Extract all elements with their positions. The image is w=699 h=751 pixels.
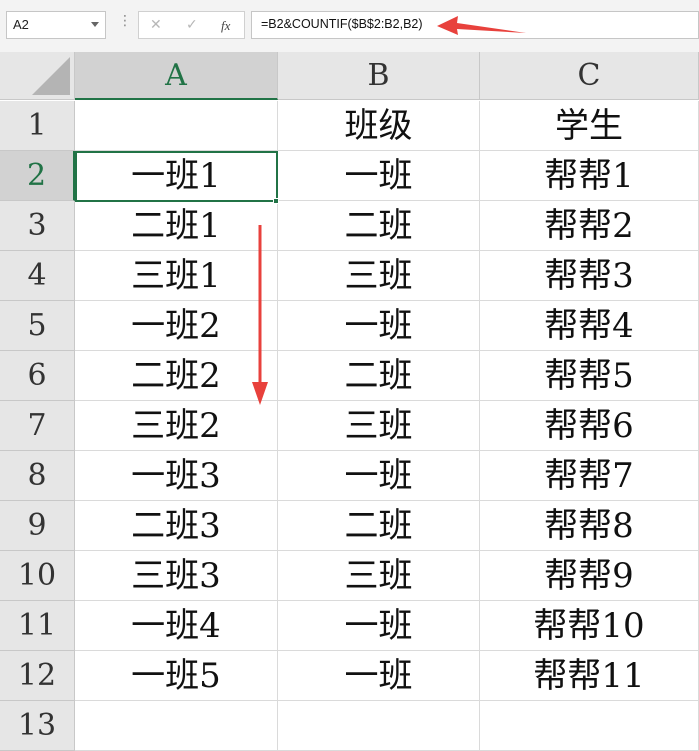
cell-a5[interactable]: 一班2 <box>75 301 278 351</box>
insert-function-icon[interactable]: fx <box>221 18 230 34</box>
cell-c12[interactable]: 帮帮11 <box>480 651 699 701</box>
column-header-b[interactable]: B <box>278 52 480 100</box>
cell-b11[interactable]: 一班 <box>278 601 480 651</box>
row-header-4[interactable]: 4 <box>0 251 75 301</box>
cell-b6[interactable]: 二班 <box>278 351 480 401</box>
row-header-7[interactable]: 7 <box>0 401 75 451</box>
row-header-5[interactable]: 5 <box>0 301 75 351</box>
cell-a1[interactable] <box>75 101 278 151</box>
chevron-down-icon[interactable] <box>91 22 99 27</box>
row-header-8[interactable]: 8 <box>0 451 75 501</box>
cell-b2[interactable]: 一班 <box>278 151 480 201</box>
select-all-corner[interactable] <box>0 52 75 100</box>
cell-a2[interactable]: 一班1 <box>75 151 278 201</box>
fill-handle[interactable] <box>273 198 279 204</box>
cell-a12[interactable]: 一班5 <box>75 651 278 701</box>
drag-handle-icon[interactable]: ⋮ <box>118 13 132 29</box>
cell-c3[interactable]: 帮帮2 <box>480 201 699 251</box>
cancel-icon[interactable]: ✕ <box>150 17 162 33</box>
cell-a9[interactable]: 二班3 <box>75 501 278 551</box>
cell-a6[interactable]: 二班2 <box>75 351 278 401</box>
cell-a11[interactable]: 一班4 <box>75 601 278 651</box>
name-box-value: A2 <box>13 17 29 32</box>
row-header-10[interactable]: 10 <box>0 551 75 601</box>
cell-b3[interactable]: 二班 <box>278 201 480 251</box>
cell-b4[interactable]: 三班 <box>278 251 480 301</box>
row-header-11[interactable]: 11 <box>0 601 75 651</box>
cell-a13[interactable] <box>75 701 278 751</box>
formula-buttons: ✕ ✓ fx <box>138 11 245 39</box>
formula-text: =B2&COUNTIF($B$2:B2,B2) <box>261 17 423 31</box>
cell-b13[interactable] <box>278 701 480 751</box>
cell-c11[interactable]: 帮帮10 <box>480 601 699 651</box>
cell-a3[interactable]: 二班1 <box>75 201 278 251</box>
cell-c10[interactable]: 帮帮9 <box>480 551 699 601</box>
row-header-9[interactable]: 9 <box>0 501 75 551</box>
cell-a8[interactable]: 一班3 <box>75 451 278 501</box>
name-box[interactable]: A2 <box>6 11 106 39</box>
cell-b8[interactable]: 一班 <box>278 451 480 501</box>
column-header-a[interactable]: A <box>75 52 278 100</box>
cell-b1[interactable]: 班级 <box>278 101 480 151</box>
row-header-12[interactable]: 12 <box>0 651 75 701</box>
row-header-2[interactable]: 2 <box>0 151 75 201</box>
cell-c4[interactable]: 帮帮3 <box>480 251 699 301</box>
cell-b7[interactable]: 三班 <box>278 401 480 451</box>
cell-a7[interactable]: 三班2 <box>75 401 278 451</box>
cell-b5[interactable]: 一班 <box>278 301 480 351</box>
cell-b9[interactable]: 二班 <box>278 501 480 551</box>
cell-b12[interactable]: 一班 <box>278 651 480 701</box>
row-header-13[interactable]: 13 <box>0 701 75 751</box>
cell-c13[interactable] <box>480 701 699 751</box>
row-header-1[interactable]: 1 <box>0 101 75 151</box>
row-header-6[interactable]: 6 <box>0 351 75 401</box>
cell-c6[interactable]: 帮帮5 <box>480 351 699 401</box>
cell-b10[interactable]: 三班 <box>278 551 480 601</box>
row-header-3[interactable]: 3 <box>0 201 75 251</box>
enter-icon[interactable]: ✓ <box>186 17 198 33</box>
cell-c9[interactable]: 帮帮8 <box>480 501 699 551</box>
formula-bar: A2 ⋮ ✕ ✓ fx =B2&COUNTIF($B$2:B2,B2) <box>0 0 699 53</box>
cell-a4[interactable]: 三班1 <box>75 251 278 301</box>
cell-a10[interactable]: 三班3 <box>75 551 278 601</box>
cell-c7[interactable]: 帮帮6 <box>480 401 699 451</box>
formula-input[interactable]: =B2&COUNTIF($B$2:B2,B2) <box>251 11 699 39</box>
column-header-c[interactable]: C <box>480 52 699 100</box>
cell-c5[interactable]: 帮帮4 <box>480 301 699 351</box>
cell-c1[interactable]: 学生 <box>480 101 699 151</box>
cell-c8[interactable]: 帮帮7 <box>480 451 699 501</box>
cell-c2[interactable]: 帮帮1 <box>480 151 699 201</box>
